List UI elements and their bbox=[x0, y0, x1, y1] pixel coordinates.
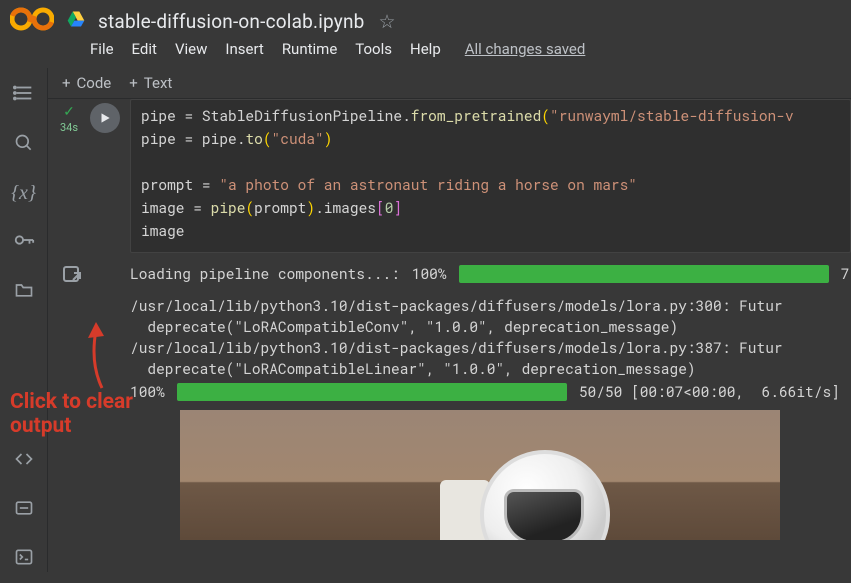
check-icon: ✓ bbox=[63, 105, 75, 119]
progress-inference-row: 100% 50/50 [00:07<00:00, 6.66it/s] bbox=[130, 381, 851, 402]
save-status[interactable]: All changes saved bbox=[465, 40, 586, 58]
plus-icon: + bbox=[62, 74, 71, 92]
add-text-label: Text bbox=[144, 74, 173, 92]
progress-loading-row: Loading pipeline components...: 100% 7/7 bbox=[130, 263, 851, 284]
command-palette-icon[interactable] bbox=[14, 498, 34, 523]
secrets-icon[interactable] bbox=[13, 229, 35, 256]
code-cell[interactable]: ✓ 34s pipe = StableDiffusionPipeline.fro… bbox=[48, 99, 851, 253]
drive-icon bbox=[66, 9, 86, 33]
progress-percent-1: 100% bbox=[412, 263, 447, 284]
search-icon[interactable] bbox=[14, 133, 34, 158]
menu-insert[interactable]: Insert bbox=[225, 40, 263, 58]
progress-fraction-1: 7/7 bbox=[841, 263, 851, 284]
code-snippets-icon[interactable] bbox=[14, 449, 34, 474]
warning-line-2b: deprecate("LoRACompatibleLinear", "1.0.0… bbox=[130, 358, 851, 379]
titlebar: stable-diffusion-on-colab.ipynb ☆ bbox=[0, 0, 851, 38]
progress-percent-2: 100% bbox=[130, 381, 165, 402]
clear-output-button[interactable] bbox=[60, 263, 84, 291]
toc-icon[interactable] bbox=[13, 82, 35, 109]
menu-view[interactable]: View bbox=[175, 40, 207, 58]
cell-output: Loading pipeline components...: 100% 7/7… bbox=[48, 263, 851, 540]
loading-label: Loading pipeline components...: bbox=[130, 263, 400, 284]
folder-icon[interactable] bbox=[14, 280, 34, 305]
menu-edit[interactable]: Edit bbox=[132, 40, 157, 58]
add-code-button[interactable]: + Code bbox=[62, 74, 111, 92]
terminal-icon[interactable] bbox=[14, 547, 34, 572]
warning-line-1: /usr/local/lib/python3.10/dist-packages/… bbox=[130, 295, 851, 316]
progress-bar-1 bbox=[459, 265, 829, 283]
menu-file[interactable]: File bbox=[90, 40, 114, 58]
add-text-button[interactable]: + Text bbox=[129, 74, 172, 92]
menubar: File Edit View Insert Runtime Tools Help… bbox=[0, 38, 851, 68]
variables-icon[interactable]: {x} bbox=[11, 182, 36, 205]
generated-image bbox=[180, 410, 780, 540]
menu-tools[interactable]: Tools bbox=[355, 40, 392, 58]
code-editor[interactable]: pipe = StableDiffusionPipeline.from_pret… bbox=[130, 99, 851, 253]
progress-step-info: 50/50 [00:07<00:00, 6.66it/s] bbox=[579, 381, 840, 402]
star-icon[interactable]: ☆ bbox=[379, 10, 396, 33]
document-title[interactable]: stable-diffusion-on-colab.ipynb bbox=[98, 10, 365, 33]
cell-toolbar: + Code + Text bbox=[48, 68, 851, 99]
menu-help[interactable]: Help bbox=[410, 40, 441, 58]
progress-bar-2 bbox=[177, 383, 567, 401]
exec-time-label: 34s bbox=[60, 121, 78, 134]
colab-logo-icon bbox=[10, 5, 54, 37]
left-rail: {x} bbox=[0, 68, 48, 572]
menu-runtime[interactable]: Runtime bbox=[282, 40, 337, 58]
warning-line-2: /usr/local/lib/python3.10/dist-packages/… bbox=[130, 337, 851, 358]
warning-line-1b: deprecate("LoRACompatibleConv", "1.0.0",… bbox=[130, 316, 851, 337]
add-code-label: Code bbox=[77, 74, 112, 92]
cell-gutter: ✓ 34s bbox=[48, 99, 90, 253]
run-button[interactable] bbox=[90, 103, 120, 133]
plus-icon: + bbox=[129, 74, 138, 92]
